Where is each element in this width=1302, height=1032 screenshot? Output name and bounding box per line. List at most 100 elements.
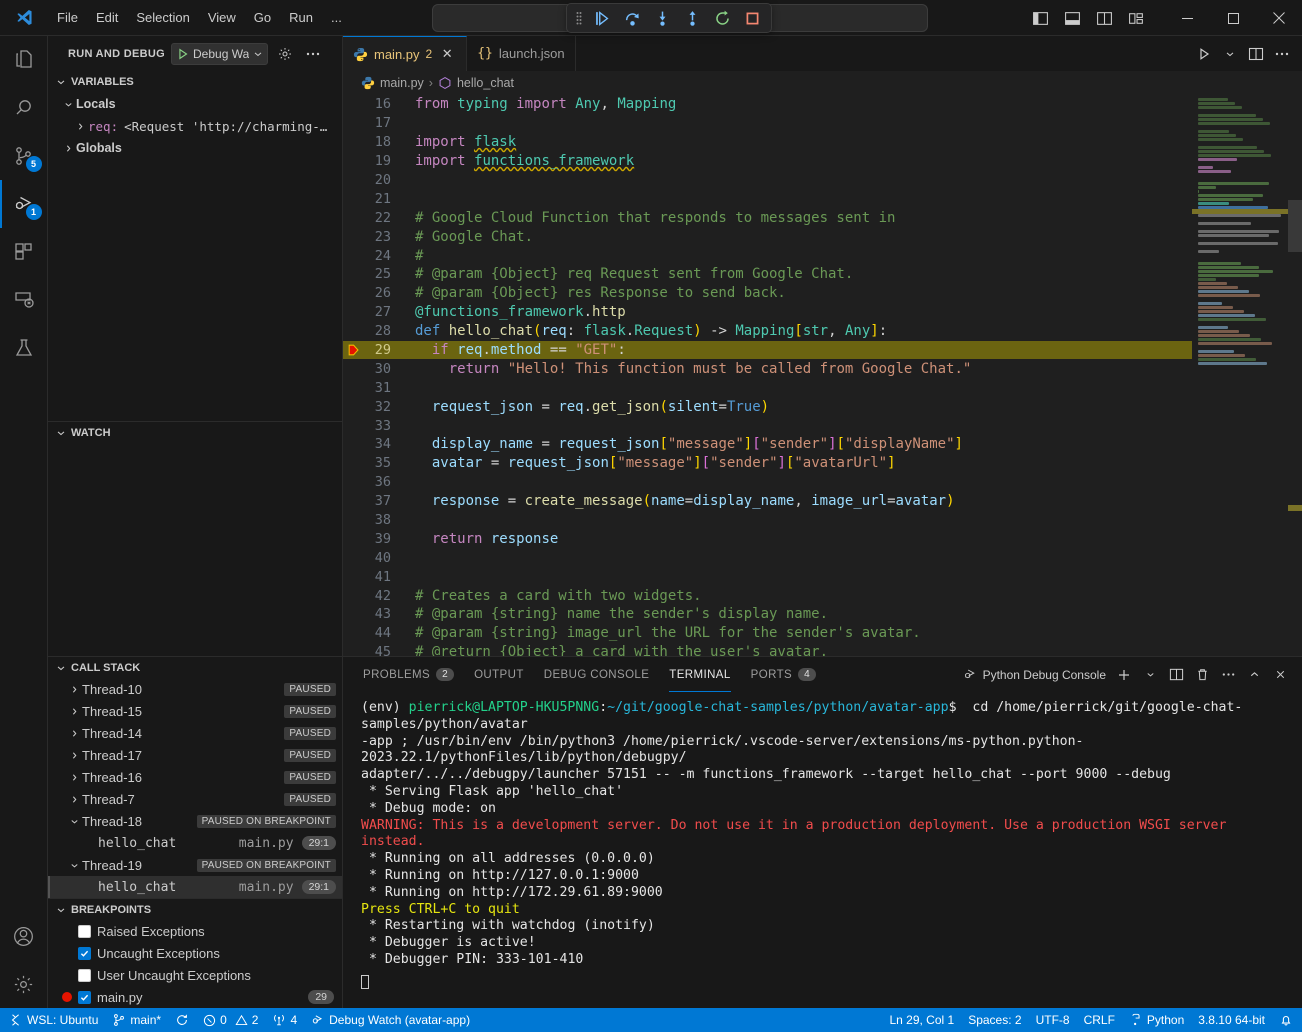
code-line[interactable]: 43# @param {string} name the sender's di… bbox=[343, 605, 1192, 624]
panel-tab-terminal[interactable]: TERMINAL bbox=[669, 657, 730, 692]
status-ports-indicator[interactable]: 4 bbox=[265, 1008, 304, 1032]
activity-remote-explorer[interactable] bbox=[0, 276, 48, 324]
status-debug-session[interactable]: Debug Watch (avatar-app) bbox=[304, 1008, 477, 1032]
status-remote-indicator[interactable]: WSL: Ubuntu bbox=[2, 1008, 105, 1032]
tab-launch-json[interactable]: {} launch.json bbox=[467, 36, 575, 71]
breakpoint-checkbox[interactable] bbox=[78, 925, 91, 938]
status-cursor-position[interactable]: Ln 29, Col 1 bbox=[882, 1008, 961, 1032]
breakpoint-glyph-icon[interactable] bbox=[343, 343, 365, 357]
code-line[interactable]: 36 bbox=[343, 473, 1192, 492]
activity-manage-settings[interactable] bbox=[0, 960, 48, 1008]
status-language-mode[interactable]: Python bbox=[1122, 1008, 1191, 1032]
code-line[interactable]: 20 bbox=[343, 171, 1192, 190]
breakpoint-item[interactable]: User Uncaught Exceptions bbox=[48, 964, 342, 986]
menu-file[interactable]: File bbox=[48, 7, 87, 28]
panel-tab-output[interactable]: OUTPUT bbox=[474, 657, 524, 692]
code-line[interactable]: 16from typing import Any, Mapping bbox=[343, 95, 1192, 114]
code-editor[interactable]: 16from typing import Any, Mapping1718imp… bbox=[343, 95, 1302, 656]
status-indentation[interactable]: Spaces: 2 bbox=[961, 1008, 1028, 1032]
new-terminal-button[interactable] bbox=[1112, 663, 1136, 687]
code-line[interactable]: 45# @return {Object} a card with the use… bbox=[343, 643, 1192, 656]
code-line[interactable]: 21 bbox=[343, 189, 1192, 208]
call-stack-thread[interactable]: Thread-7PAUSED bbox=[48, 788, 342, 810]
toggle-primary-sidebar-icon[interactable] bbox=[1026, 5, 1054, 31]
status-eol[interactable]: CRLF bbox=[1077, 1008, 1122, 1032]
call-stack-thread[interactable]: Thread-10PAUSED bbox=[48, 678, 342, 700]
code-line[interactable]: 42# Creates a card with two widgets. bbox=[343, 586, 1192, 605]
more-actions-button[interactable] bbox=[1270, 42, 1294, 66]
open-launch-json-button[interactable] bbox=[274, 43, 296, 65]
stop-button[interactable] bbox=[739, 6, 765, 30]
call-stack-section-header[interactable]: CALL STACK bbox=[48, 656, 342, 678]
debug-toolbar[interactable] bbox=[566, 3, 772, 33]
run-python-file-button[interactable] bbox=[1192, 42, 1216, 66]
breadcrumb-symbol[interactable]: hello_chat bbox=[457, 76, 514, 90]
variables-scope-locals[interactable]: Locals bbox=[48, 93, 342, 115]
call-stack-thread[interactable]: Thread-15PAUSED bbox=[48, 700, 342, 722]
customize-layout-icon[interactable] bbox=[1122, 5, 1150, 31]
code-lines[interactable]: 16from typing import Any, Mapping1718imp… bbox=[343, 95, 1192, 656]
maximize-window-button[interactable] bbox=[1210, 0, 1256, 36]
terminal-dropdown-button[interactable] bbox=[1138, 663, 1162, 687]
menu-view[interactable]: View bbox=[199, 7, 245, 28]
call-stack-frame[interactable]: hello_chatmain.py29:1 bbox=[48, 832, 342, 854]
code-line[interactable]: 44# @param {string} image_url the URL fo… bbox=[343, 624, 1192, 643]
status-interpreter-version[interactable]: 3.8.10 64-bit bbox=[1191, 1008, 1272, 1032]
breakpoint-item[interactable]: Raised Exceptions bbox=[48, 920, 342, 942]
call-stack-thread[interactable]: Thread-17PAUSED bbox=[48, 744, 342, 766]
code-line[interactable]: 18import flask bbox=[343, 133, 1192, 152]
code-line[interactable]: 32 request_json = req.get_json(silent=Tr… bbox=[343, 397, 1192, 416]
variables-section-header[interactable]: VARIABLES bbox=[48, 71, 342, 93]
code-line[interactable]: 37 response = create_message(name=displa… bbox=[343, 492, 1192, 511]
status-notifications[interactable] bbox=[1272, 1008, 1300, 1032]
code-line[interactable]: 26# @param {Object} res Response to send… bbox=[343, 284, 1192, 303]
code-line[interactable]: 33 bbox=[343, 416, 1192, 435]
activity-accounts[interactable] bbox=[0, 912, 48, 960]
menu-more[interactable]: ... bbox=[322, 7, 351, 28]
code-line[interactable]: 22# Google Cloud Function that responds … bbox=[343, 208, 1192, 227]
code-line[interactable]: 30 return "Hello! This function must be … bbox=[343, 359, 1192, 378]
breakpoint-checkbox[interactable] bbox=[78, 969, 91, 982]
activity-search[interactable] bbox=[0, 84, 48, 132]
menu-go[interactable]: Go bbox=[245, 7, 280, 28]
launch-configuration-dropdown[interactable]: Debug Wa bbox=[171, 43, 268, 65]
code-line[interactable]: 23# Google Chat. bbox=[343, 227, 1192, 246]
close-tab-button[interactable]: ✕ bbox=[438, 45, 456, 63]
code-line[interactable]: 34 display_name = request_json["message"… bbox=[343, 435, 1192, 454]
toggle-panel-icon[interactable] bbox=[1058, 5, 1086, 31]
activity-source-control[interactable]: 5 bbox=[0, 132, 48, 180]
editor-scrollbar[interactable] bbox=[1288, 95, 1302, 656]
call-stack-thread[interactable]: Thread-16PAUSED bbox=[48, 766, 342, 788]
run-dropdown-button[interactable] bbox=[1218, 42, 1242, 66]
activity-extensions[interactable] bbox=[0, 228, 48, 276]
step-into-button[interactable] bbox=[649, 6, 675, 30]
step-out-button[interactable] bbox=[679, 6, 705, 30]
code-line[interactable]: 19import functions_framework bbox=[343, 152, 1192, 171]
activity-explorer[interactable] bbox=[0, 36, 48, 84]
breakpoints-section-header[interactable]: BREAKPOINTS bbox=[48, 898, 342, 920]
code-line[interactable]: 17 bbox=[343, 114, 1192, 133]
close-panel-button[interactable] bbox=[1268, 663, 1292, 687]
menu-run[interactable]: Run bbox=[280, 7, 322, 28]
code-line[interactable]: 41 bbox=[343, 567, 1192, 586]
call-stack-frame[interactable]: hello_chatmain.py29:1 bbox=[48, 876, 342, 898]
panel-tab-debug-console[interactable]: DEBUG CONSOLE bbox=[544, 657, 650, 692]
panel-more-actions-button[interactable] bbox=[1216, 663, 1240, 687]
minimap[interactable] bbox=[1192, 95, 1302, 656]
minimize-window-button[interactable] bbox=[1164, 0, 1210, 36]
status-sync-indicator[interactable] bbox=[168, 1008, 196, 1032]
status-encoding[interactable]: UTF-8 bbox=[1029, 1008, 1077, 1032]
code-line[interactable]: 31 bbox=[343, 378, 1192, 397]
drag-handle-icon[interactable] bbox=[573, 10, 585, 26]
split-terminal-button[interactable] bbox=[1164, 663, 1188, 687]
call-stack-thread[interactable]: Thread-19PAUSED ON BREAKPOINT bbox=[48, 854, 342, 876]
status-problems-indicator[interactable]: 0 2 bbox=[196, 1008, 265, 1032]
watch-section-header[interactable]: WATCH bbox=[48, 421, 342, 443]
code-line[interactable]: 25# @param {Object} req Request sent fro… bbox=[343, 265, 1192, 284]
breakpoint-checkbox[interactable] bbox=[78, 947, 91, 960]
code-line[interactable]: 35 avatar = request_json["message"]["sen… bbox=[343, 454, 1192, 473]
variable-req[interactable]: req: <Request 'http://charming-tro… bbox=[48, 115, 342, 137]
code-line[interactable]: 28def hello_chat(req: flask.Request) -> … bbox=[343, 322, 1192, 341]
scrollbar-thumb[interactable] bbox=[1288, 200, 1302, 252]
activity-run-and-debug[interactable]: 1 bbox=[0, 180, 48, 228]
